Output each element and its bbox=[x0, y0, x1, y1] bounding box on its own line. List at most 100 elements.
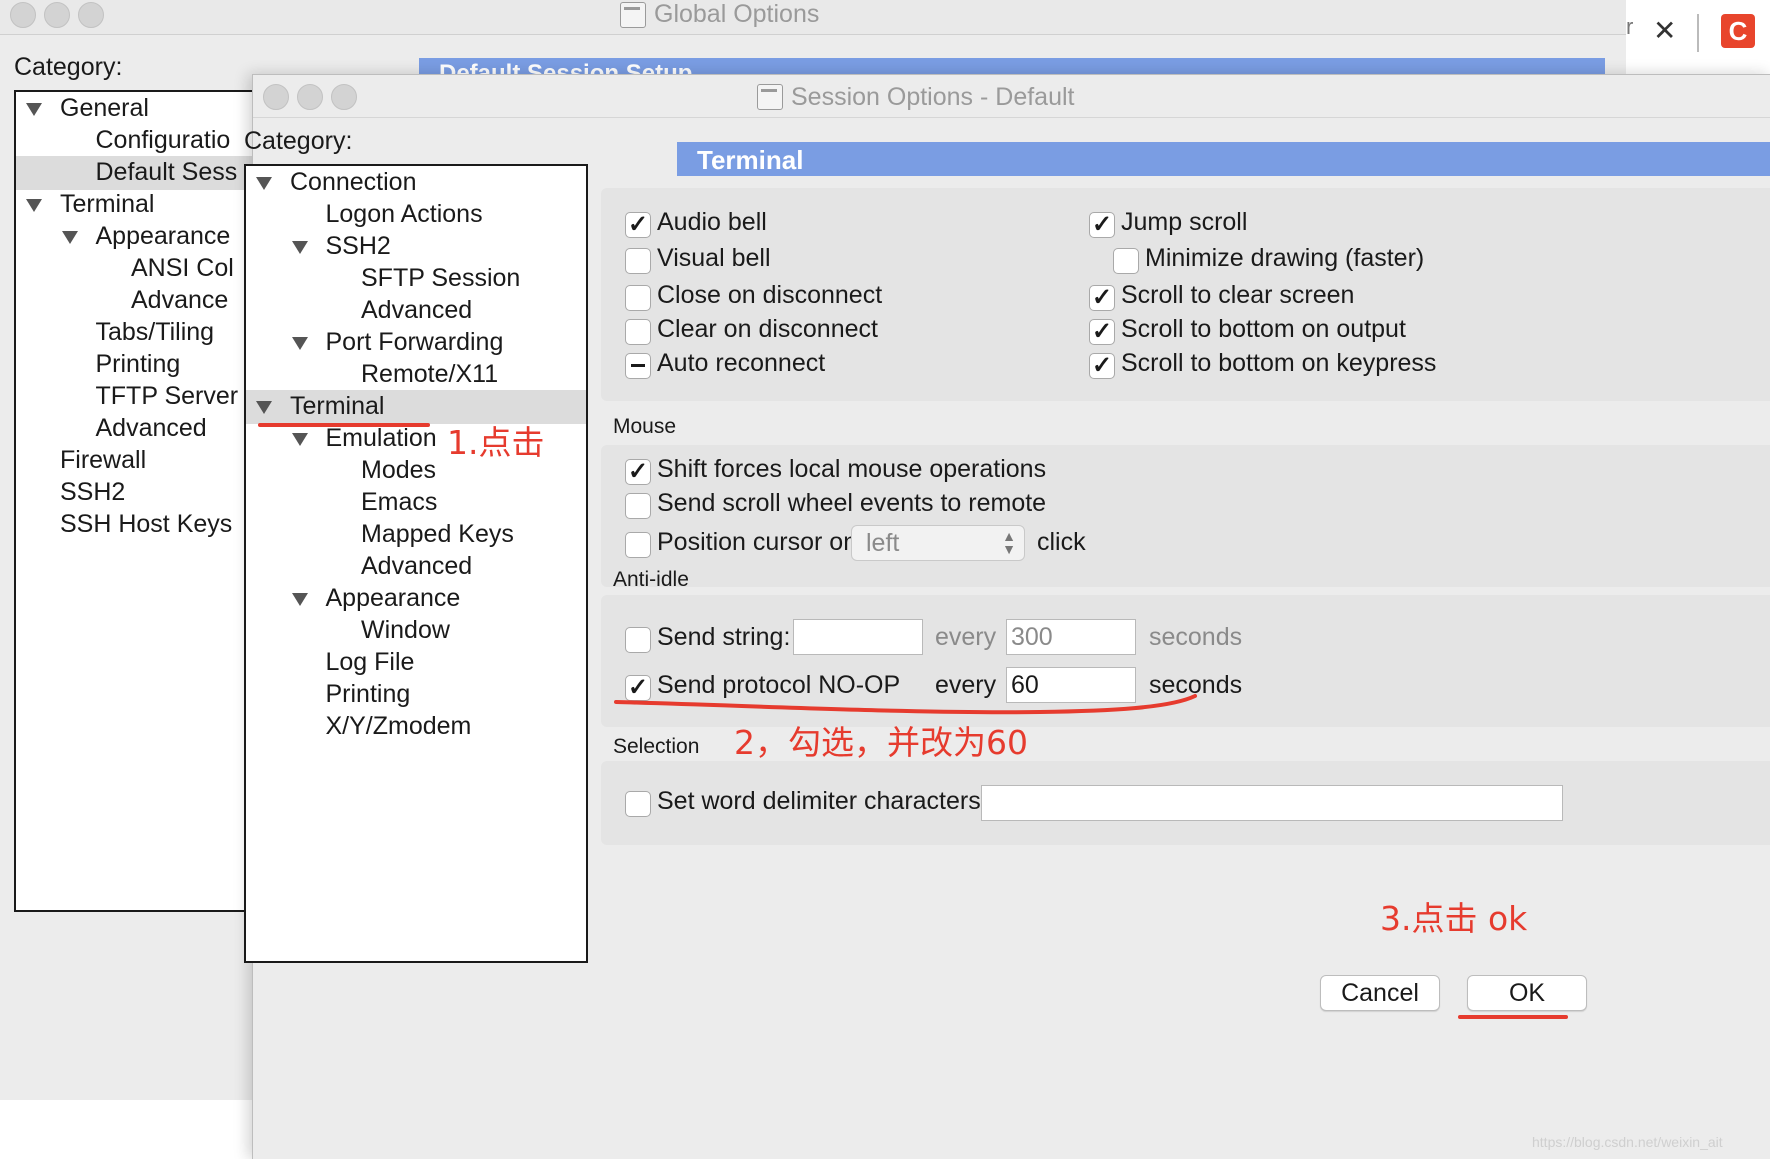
ok-button[interactable]: OK bbox=[1467, 975, 1587, 1011]
option-checkbox[interactable] bbox=[625, 285, 651, 311]
shift-forces-label: Shift forces local mouse operations bbox=[657, 455, 1047, 483]
minimize-window-button[interactable] bbox=[297, 84, 323, 110]
session-tree-item-label: Connection bbox=[290, 168, 417, 196]
global-tree-item[interactable]: Firewall bbox=[16, 444, 276, 478]
disclosure-triangle-icon[interactable] bbox=[291, 337, 308, 350]
disclosure-triangle-icon[interactable] bbox=[291, 241, 308, 254]
session-tree-item[interactable]: X/Y/Zmodem bbox=[246, 710, 586, 744]
global-options-titlebar: Global Options bbox=[0, 0, 1626, 35]
session-tree-item-label: Advanced bbox=[361, 552, 473, 580]
option-checkbox[interactable] bbox=[625, 210, 651, 239]
annotation-underline-terminal bbox=[258, 423, 430, 427]
session-tree-item[interactable]: SSH2 bbox=[246, 230, 586, 264]
option-checkbox[interactable] bbox=[625, 353, 651, 379]
session-tree-item-label: Port Forwarding bbox=[325, 328, 504, 356]
session-tree-item[interactable]: SFTP Session bbox=[246, 262, 586, 296]
minimize-window-button[interactable] bbox=[44, 2, 70, 28]
session-tree-item-label: Printing bbox=[325, 680, 411, 708]
session-tree-item[interactable]: Log File bbox=[246, 646, 586, 680]
global-tree-item-label: SSH Host Keys bbox=[60, 510, 233, 538]
cancel-button[interactable]: Cancel bbox=[1320, 975, 1440, 1011]
send-string-input[interactable] bbox=[793, 619, 923, 655]
disclosure-triangle-icon[interactable] bbox=[256, 177, 272, 190]
global-tree-item[interactable]: General bbox=[16, 92, 276, 126]
global-tree-item[interactable]: Tabs/Tiling bbox=[16, 316, 276, 350]
global-tree-item-label: Default Sess bbox=[95, 158, 238, 186]
disclosure-triangle-icon[interactable] bbox=[61, 231, 78, 244]
session-tree-item[interactable]: Mapped Keys bbox=[246, 518, 586, 552]
disclosure-triangle-icon[interactable] bbox=[291, 433, 308, 446]
session-tree-item-label: Advanced bbox=[361, 296, 473, 324]
close-window-button[interactable] bbox=[263, 84, 289, 110]
global-tree-item[interactable]: Configuratio bbox=[16, 124, 276, 158]
global-tree-item[interactable]: Advance bbox=[16, 284, 276, 318]
global-tree-item[interactable]: TFTP Server bbox=[16, 380, 276, 414]
session-tree-item[interactable]: Advanced bbox=[246, 550, 586, 584]
session-tree-item[interactable]: Advanced bbox=[246, 294, 586, 328]
global-tree-item[interactable]: Advanced bbox=[16, 412, 276, 446]
option-checkbox[interactable] bbox=[1089, 283, 1115, 312]
session-tree-item-label: Modes bbox=[361, 456, 437, 484]
option-label: Jump scroll bbox=[1121, 208, 1248, 236]
global-category-tree[interactable]: General Configuratio Default Sess Terminal A… bbox=[14, 90, 278, 912]
global-tree-item[interactable]: Printing bbox=[16, 348, 276, 382]
word-delimiter-checkbox[interactable] bbox=[625, 791, 651, 817]
option-checkbox[interactable] bbox=[625, 248, 651, 274]
option-label: Audio bell bbox=[657, 208, 767, 236]
session-tree-item[interactable]: Port Forwarding bbox=[246, 326, 586, 360]
disclosure-triangle-icon[interactable] bbox=[256, 401, 272, 414]
session-tree-item[interactable]: Connection bbox=[246, 166, 586, 200]
session-tree-item-label: Emacs bbox=[361, 488, 438, 516]
selection-options-panel: Set word delimiter characters: bbox=[601, 761, 1770, 845]
disclosure-triangle-icon[interactable] bbox=[26, 199, 42, 212]
option-checkbox[interactable] bbox=[1089, 210, 1115, 239]
session-tree-item-label: X/Y/Zmodem bbox=[325, 712, 472, 740]
close-window-button[interactable] bbox=[10, 2, 36, 28]
session-category-tree[interactable]: Connection Logon Actions SSH2 SFTP Session A… bbox=[244, 164, 588, 963]
global-tree-item[interactable]: Appearance bbox=[16, 220, 276, 254]
select-arrows-icon: ▲ ▼ bbox=[1002, 528, 1016, 557]
session-options-title: Session Options - Default bbox=[791, 83, 1075, 111]
session-tree-item[interactable]: Emacs bbox=[246, 486, 586, 520]
anti-idle-section-label: Anti-idle bbox=[613, 568, 689, 591]
disclosure-triangle-icon[interactable] bbox=[26, 103, 42, 116]
cursor-button-select[interactable]: left ▲ ▼ bbox=[851, 525, 1025, 561]
session-tree-item-label: Log File bbox=[325, 648, 415, 676]
session-options-titlebar: Session Options - Default bbox=[253, 75, 1770, 118]
category-label: Category: bbox=[244, 127, 353, 155]
global-tree-item-label: Advanced bbox=[95, 414, 207, 442]
position-cursor-checkbox[interactable] bbox=[625, 532, 651, 558]
session-tree-item-label: Appearance bbox=[325, 584, 461, 612]
global-tree-item-label: Printing bbox=[95, 350, 181, 378]
session-tree-item[interactable]: Logon Actions bbox=[246, 198, 586, 232]
global-tree-item[interactable]: Terminal bbox=[16, 188, 276, 222]
session-tree-item[interactable]: Printing bbox=[246, 678, 586, 712]
session-tree-item[interactable]: Appearance bbox=[246, 582, 586, 616]
word-delimiter-input[interactable] bbox=[981, 785, 1563, 821]
global-tree-item[interactable]: SSH Host Keys bbox=[16, 508, 276, 542]
app-logo-icon[interactable]: C bbox=[1721, 14, 1755, 48]
option-checkbox[interactable] bbox=[1089, 351, 1115, 380]
session-tree-item[interactable]: Remote/X11 bbox=[246, 358, 586, 392]
send-scroll-checkbox[interactable] bbox=[625, 493, 651, 519]
close-icon[interactable]: ✕ bbox=[1653, 14, 1676, 47]
watermark-text: https://blog.csdn.net/weixin_ait bbox=[1532, 1134, 1723, 1150]
annotation-step2: 2，勾选，并改为60 bbox=[734, 723, 1028, 762]
disclosure-triangle-icon[interactable] bbox=[291, 593, 308, 606]
session-tree-item-label: SFTP Session bbox=[361, 264, 521, 292]
global-tree-item-label: Terminal bbox=[60, 190, 155, 218]
edge-text-fragment: r bbox=[1626, 14, 1634, 39]
global-tree-item[interactable]: ANSI Col bbox=[16, 252, 276, 286]
zoom-window-button[interactable] bbox=[78, 2, 104, 28]
app-window-icon bbox=[620, 2, 646, 28]
send-string-checkbox[interactable] bbox=[625, 627, 651, 653]
session-tree-item[interactable]: Window bbox=[246, 614, 586, 648]
global-tree-item[interactable]: SSH2 bbox=[16, 476, 276, 510]
global-tree-item[interactable]: Default Sess bbox=[16, 156, 276, 190]
shift-forces-checkbox[interactable] bbox=[625, 457, 651, 486]
option-checkbox[interactable] bbox=[1113, 248, 1139, 274]
option-checkbox[interactable] bbox=[625, 319, 651, 345]
send-string-interval-input[interactable]: 300 bbox=[1006, 619, 1136, 655]
zoom-window-button[interactable] bbox=[331, 84, 357, 110]
option-checkbox[interactable] bbox=[1089, 317, 1115, 346]
